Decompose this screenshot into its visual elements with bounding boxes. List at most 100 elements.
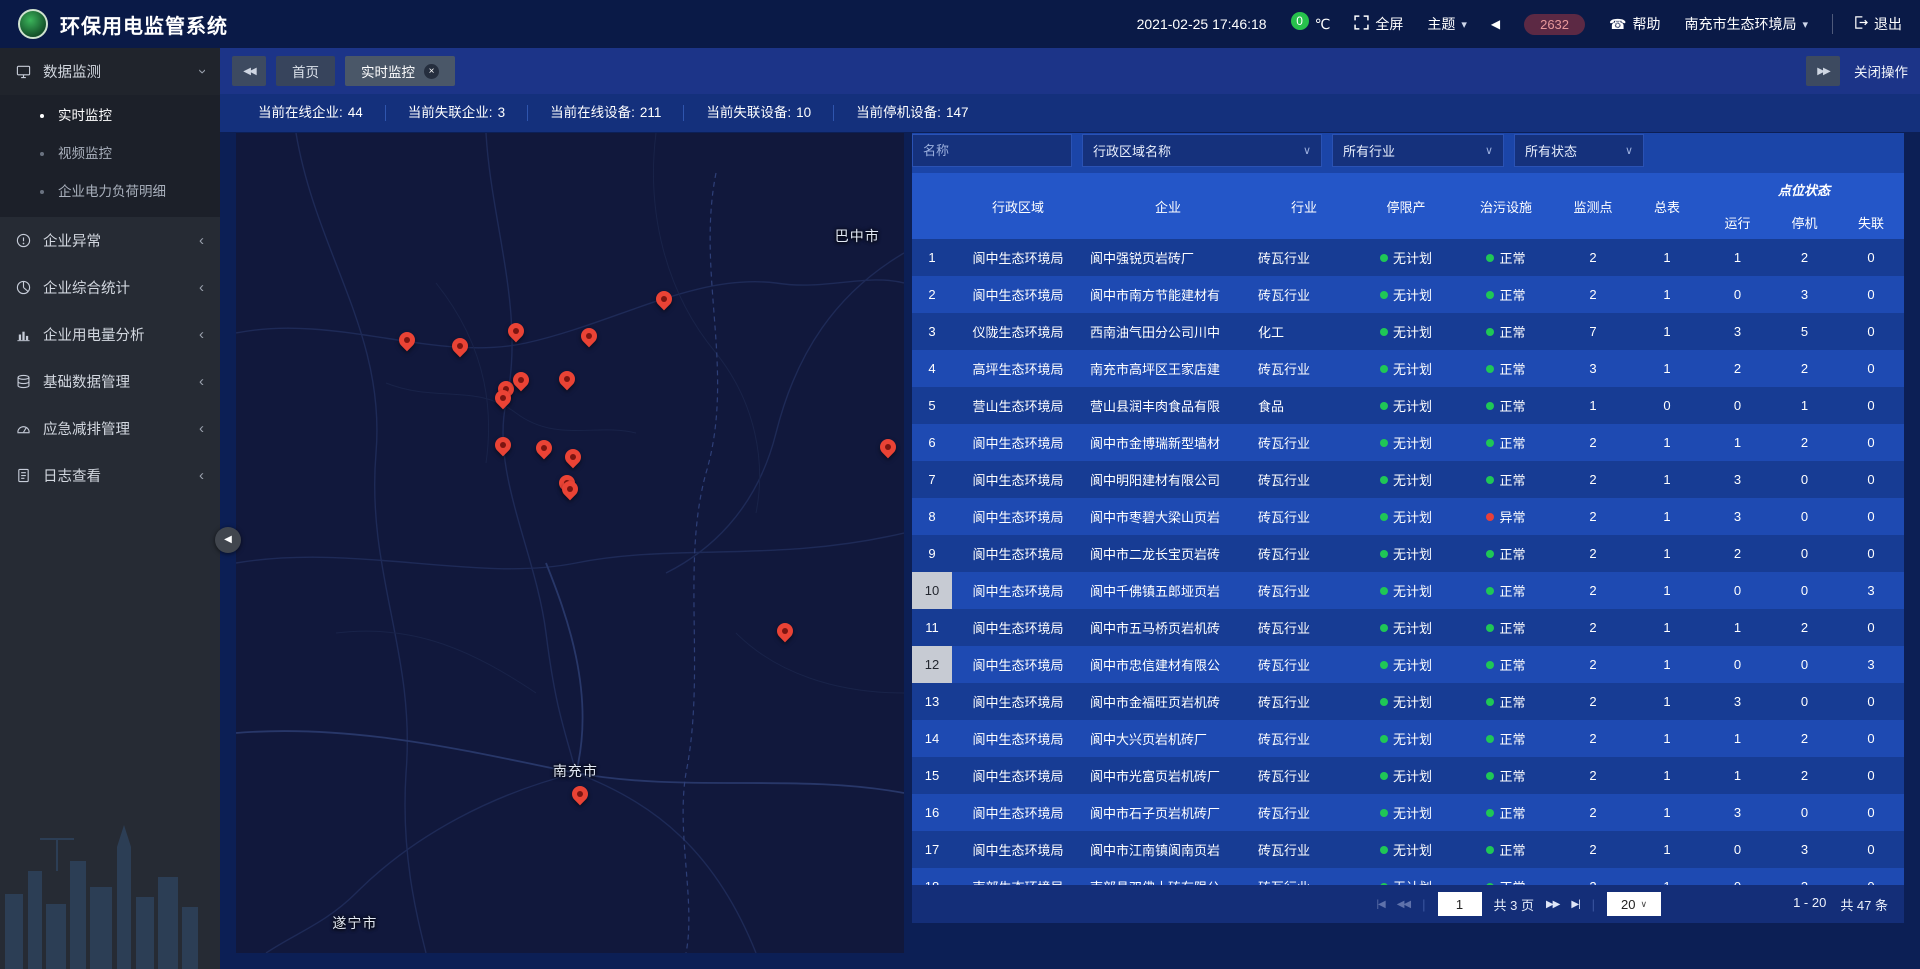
tab-realtime-monitor[interactable]: 实时监控 ×	[345, 56, 455, 86]
cell-stopped: 2	[1771, 424, 1838, 461]
map-pin-icon[interactable]	[570, 785, 590, 807]
cell-lost: 0	[1838, 498, 1904, 535]
map-pin-icon[interactable]	[493, 436, 513, 458]
map-pin-icon[interactable]	[775, 622, 795, 644]
table-row[interactable]: 9 阆中生态环境局 阆中市二龙长宝页岩砖 砖瓦行业 无计划 正常 2 1 2	[912, 535, 1904, 572]
sidebar-item-enterprise-statistics[interactable]: 企业综合统计 ‹	[0, 264, 220, 311]
help-button[interactable]: ☎ 帮助	[1609, 14, 1660, 34]
table-row[interactable]: 15 阆中生态环境局 阆中市光富页岩机砖厂 砖瓦行业 无计划 正常 2 1 1	[912, 757, 1904, 794]
prev-page-button[interactable]: ◀◀	[1397, 899, 1410, 910]
map-pin-icon[interactable]	[579, 327, 599, 349]
notice-count-badge[interactable]: 2632	[1524, 14, 1585, 35]
table-row[interactable]: 14 阆中生态环境局 阆中大兴页岩机砖厂 砖瓦行业 无计划 正常 2 1 1	[912, 720, 1904, 757]
sidebar-item-power-analysis[interactable]: 企业用电量分析 ‹	[0, 311, 220, 358]
table-row[interactable]: 3 仪陇生态环境局 西南油气田分公司川中 化工 无计划 正常 7 1 3 5	[912, 313, 1904, 350]
cell-limit-status: 无计划	[1356, 498, 1456, 535]
cell-stopped: 3	[1771, 831, 1838, 868]
map-pin-icon[interactable]	[654, 290, 674, 312]
cell-lost: 0	[1838, 276, 1904, 313]
table-row[interactable]: 11 阆中生态环境局 阆中市五马桥页岩机砖 砖瓦行业 无计划 正常 2 1 1	[912, 609, 1904, 646]
cell-points: 2	[1556, 424, 1630, 461]
org-dropdown[interactable]: 南充市生态环境局 ▾	[1684, 14, 1808, 34]
close-tab-icon[interactable]: ×	[424, 64, 439, 79]
first-page-button[interactable]: |◀	[1376, 899, 1384, 910]
table-row[interactable]: 13 阆中生态环境局 阆中市金福旺页岩机砖 砖瓦行业 无计划 正常 2 1 3	[912, 683, 1904, 720]
cell-meters: 1	[1630, 424, 1704, 461]
theme-dropdown[interactable]: 主题 ▾	[1427, 14, 1467, 34]
table-row[interactable]: 4 高坪生态环境局 南充市高坪区王家店建 砖瓦行业 无计划 正常 3 1 2	[912, 350, 1904, 387]
last-page-button[interactable]: ▶|	[1571, 899, 1579, 910]
row-index: 2	[912, 276, 952, 313]
cell-lost: 0	[1838, 683, 1904, 720]
page-size-select[interactable]: 20 ∨	[1607, 892, 1661, 916]
table-row[interactable]: 17 阆中生态环境局 阆中市江南镇阆南页岩 砖瓦行业 无计划 正常 2 1 0	[912, 831, 1904, 868]
facility-status-dot	[1486, 846, 1494, 854]
industry-filter-select[interactable]: 所有行业 ∨	[1332, 134, 1504, 167]
sidebar-item-video-monitor[interactable]: 视频监控	[0, 135, 220, 173]
cell-region: 阆中生态环境局	[952, 498, 1084, 535]
tab-home[interactable]: 首页	[276, 56, 335, 86]
table-row[interactable]: 5 营山生态环境局 营山县润丰肉食品有限 食品 无计划 正常 1 0 0 1	[912, 387, 1904, 424]
stat-value: 10	[796, 105, 811, 120]
sidebar-item-emergency-reduction[interactable]: 应急减排管理 ‹	[0, 405, 220, 452]
name-filter-input[interactable]	[912, 134, 1072, 167]
tab-scroll-left-button[interactable]: ◀◀	[232, 56, 266, 86]
tab-scroll-right-button[interactable]: ▶▶	[1806, 56, 1840, 86]
map-pin-icon[interactable]	[450, 337, 470, 359]
map-pin-icon[interactable]	[563, 448, 583, 470]
map-pin-icon[interactable]	[506, 322, 526, 344]
cell-meters: 1	[1630, 498, 1704, 535]
database-icon	[16, 374, 32, 389]
table-row[interactable]: 12 阆中生态环境局 阆中市忠信建材有限公 砖瓦行业 无计划 正常 2 1 0	[912, 646, 1904, 683]
sidebar-item-data-monitoring[interactable]: 数据监测 ‹	[0, 48, 220, 95]
limit-status-dot	[1380, 291, 1388, 299]
cell-facility-status: 正常	[1456, 572, 1556, 609]
fullscreen-button[interactable]: 全屏	[1354, 14, 1403, 34]
table-row[interactable]: 18 南部生态环境局 南部县双佛土砖有限公 砖瓦行业 无计划 正常 2 1 0	[912, 868, 1904, 885]
table-row[interactable]: 8 阆中生态环境局 阆中市枣碧大梁山页岩 砖瓦行业 无计划 异常 2 1 3	[912, 498, 1904, 535]
table-row[interactable]: 16 阆中生态环境局 阆中市石子页岩机砖厂 砖瓦行业 无计划 正常 2 1 3	[912, 794, 1904, 831]
cell-company: 阆中市二龙长宝页岩砖	[1084, 535, 1252, 572]
table-row[interactable]: 6 阆中生态环境局 阆中市金博瑞新型墙材 砖瓦行业 无计划 正常 2 1 1	[912, 424, 1904, 461]
stat-label: 当前失联设备:	[706, 105, 791, 120]
cell-company: 南充市高坪区王家店建	[1084, 350, 1252, 387]
cell-running: 3	[1704, 461, 1771, 498]
collapse-panel-button[interactable]: ◀	[215, 527, 241, 553]
limit-status-dot	[1380, 365, 1388, 373]
status-filter-select[interactable]: 所有状态 ∨	[1514, 134, 1644, 167]
map-roads	[236, 133, 904, 953]
bar-chart-icon	[16, 327, 32, 342]
cell-industry: 砖瓦行业	[1252, 868, 1356, 885]
cell-limit-status: 无计划	[1356, 350, 1456, 387]
map-pin-icon[interactable]	[557, 370, 577, 392]
next-page-button[interactable]: ▶▶	[1546, 899, 1559, 910]
sidebar-item-enterprise-anomaly[interactable]: 企业异常 ‹	[0, 217, 220, 264]
map-pin-icon[interactable]	[560, 480, 580, 502]
table-row[interactable]: 7 阆中生态环境局 阆中明阳建材有限公司 砖瓦行业 无计划 正常 2 1 3	[912, 461, 1904, 498]
map-pin-icon[interactable]	[878, 438, 898, 460]
chevron-down-icon: ▾	[1802, 18, 1808, 31]
map-panel[interactable]: 巴中市 南充市 遂宁市	[236, 133, 904, 953]
table-row[interactable]: 1 阆中生态环境局 阆中强锐页岩砖厂 砖瓦行业 无计划 正常 2 1 1 2	[912, 239, 1904, 276]
sidebar-item-realtime-monitor[interactable]: 实时监控	[0, 97, 220, 135]
region-filter-select[interactable]: 行政区域名称 ∨	[1082, 134, 1322, 167]
volume-icon[interactable]: ◀	[1491, 17, 1500, 31]
cell-points: 2	[1556, 683, 1630, 720]
table-row[interactable]: 2 阆中生态环境局 阆中市南方节能建材有 砖瓦行业 无计划 正常 2 1 0	[912, 276, 1904, 313]
cell-meters: 1	[1630, 461, 1704, 498]
map-pin-icon[interactable]	[493, 389, 513, 411]
sidebar-item-log-view[interactable]: 日志查看 ‹	[0, 452, 220, 499]
cell-region: 南部生态环境局	[952, 868, 1084, 885]
page-number-input[interactable]	[1438, 892, 1482, 916]
stat-value: 3	[498, 105, 506, 120]
map-pin-icon[interactable]	[397, 331, 417, 353]
cell-running: 3	[1704, 498, 1771, 535]
logout-button[interactable]: 退出	[1832, 14, 1902, 34]
table-row[interactable]: 10 阆中生态环境局 阆中千佛镇五郎垭页岩 砖瓦行业 无计划 正常 2 1 0	[912, 572, 1904, 609]
sidebar-item-power-load-detail[interactable]: 企业电力负荷明细	[0, 173, 220, 211]
map-pin-icon[interactable]	[511, 371, 531, 393]
close-operations-button[interactable]: 关闭操作	[1854, 61, 1908, 81]
map-pin-icon[interactable]	[534, 439, 554, 461]
cell-points: 3	[1556, 350, 1630, 387]
sidebar-item-base-data[interactable]: 基础数据管理 ‹	[0, 358, 220, 405]
